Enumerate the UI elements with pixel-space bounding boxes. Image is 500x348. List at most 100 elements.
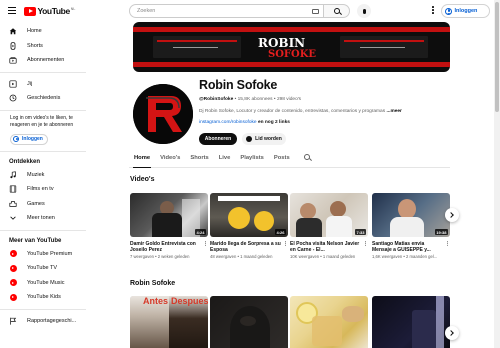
video-thumbnail[interactable]: 4:24	[130, 193, 208, 237]
video-card[interactable]: 4:24 Damir Goldo Entrevista con Joseilo …	[130, 193, 208, 259]
video-thumbnail[interactable]: 4:26	[210, 193, 288, 237]
tab-playlists[interactable]: Playlists	[240, 151, 264, 167]
thumbnail-overlay-before: Antes	[143, 296, 169, 306]
scrollbar-thumb[interactable]	[495, 2, 499, 112]
video-thumbnail[interactable]: 7:33	[290, 193, 368, 237]
sidebar-item-youtube-kids[interactable]: YouTube Kids	[0, 290, 86, 305]
sidebar-item-music[interactable]: Muziek	[0, 168, 86, 183]
subscribe-button[interactable]: Abonneren	[199, 133, 237, 145]
youtube-tv-icon	[9, 264, 17, 272]
sidebar-signin-button[interactable]: Inloggen	[10, 133, 48, 145]
youtube-kids-icon	[9, 293, 17, 301]
channel-search-button[interactable]	[303, 154, 313, 163]
sidebar-item-subscriptions[interactable]: Abonnementen	[0, 53, 86, 68]
settings-more-icon[interactable]	[432, 6, 434, 16]
video-card[interactable]	[210, 296, 288, 348]
channel-banner: ROBIN SOFOKE	[133, 22, 450, 72]
video-card[interactable]: 4:26 Marido llega de Sorpresa a su Espos…	[210, 193, 288, 259]
video-options-icon[interactable]: ⋮	[283, 241, 288, 247]
video-thumbnail[interactable]: Antes Despues	[130, 296, 208, 348]
page-scrollbar[interactable]	[494, 0, 500, 348]
sidebar-item-films[interactable]: Films en tv	[0, 182, 86, 197]
sidebar-item-home[interactable]: Home	[0, 24, 86, 39]
sidebar-item-label: YouTube Premium	[27, 250, 73, 257]
tab-home[interactable]: Home	[132, 151, 152, 168]
tab-posts[interactable]: Posts	[274, 151, 290, 167]
instagram-link[interactable]: instagram.com/robinsofoke	[199, 120, 257, 125]
account-icon	[445, 7, 452, 15]
sidebar-item-you[interactable]: Jij	[0, 77, 86, 92]
tab-live[interactable]: Live	[219, 151, 231, 167]
membership-icon	[246, 136, 253, 142]
video-duration: 4:24	[194, 229, 206, 235]
video-card[interactable]	[372, 296, 450, 348]
sidebar-item-history[interactable]: Geschiedenis	[0, 91, 86, 106]
sidebar-divider	[0, 229, 86, 231]
video-title[interactable]: Santiago Matias envia Mensaje a GUISEPPE…	[372, 241, 450, 253]
voice-search-button[interactable]	[357, 4, 371, 18]
description-more-link[interactable]: ...meer	[386, 109, 401, 114]
video-thumbnail[interactable]: 19:38	[372, 193, 450, 237]
youtube-music-icon	[9, 279, 17, 287]
search-icon	[303, 154, 310, 160]
video-card[interactable]: 19:38 Santiago Matias envia Mensaje a GU…	[372, 193, 450, 259]
video-card[interactable]	[290, 296, 368, 348]
channel-links: instagram.com/robinsofoke en nog 2 links	[199, 120, 290, 125]
sidebar-item-label: Rapportagegeschi...	[27, 317, 77, 324]
video-thumbnail[interactable]	[210, 296, 288, 348]
video-title[interactable]: Marido llega de Sorpresa a su Esposa ⋮	[210, 241, 288, 253]
youtube-play-icon	[24, 6, 36, 16]
signin-prompt-text: Log in om video's te liken, te reageren …	[10, 114, 74, 129]
video-title[interactable]: Damir Goldo Entrevista con Joseilo Perez…	[130, 241, 208, 253]
sidebar-item-shorts[interactable]: Shorts	[0, 39, 86, 54]
channel-tabs: Home Video's Shorts Live Playlists Posts	[129, 151, 450, 168]
subscriber-count: 15,8K abonnees	[237, 97, 273, 102]
video-options-icon[interactable]: ⋮	[445, 241, 450, 247]
sidebar-item-label: Home	[27, 28, 42, 35]
banner-panel	[153, 36, 241, 58]
sidebar-item-report-history[interactable]: Rapportagegeschi...	[0, 314, 86, 329]
sidebar-item-games[interactable]: Games	[0, 197, 86, 212]
video-duration: 7:33	[354, 229, 366, 235]
signin-button[interactable]: Inloggen	[441, 4, 490, 18]
banner-title-line1: ROBIN	[258, 36, 306, 50]
sidebar-item-label: Shorts	[27, 42, 43, 49]
video-options-icon[interactable]: ⋮	[203, 241, 208, 247]
join-button[interactable]: Lid worden	[242, 133, 286, 145]
carousel-next-button[interactable]	[445, 326, 459, 340]
you-icon	[9, 80, 17, 88]
keyboard-icon[interactable]	[312, 8, 319, 14]
sidebar-divider	[0, 71, 86, 73]
tab-videos[interactable]: Video's	[160, 151, 180, 167]
search-input[interactable]	[137, 8, 307, 14]
sidebar-item-label: Meer tonen	[27, 215, 55, 222]
sidebar-item-youtube-music[interactable]: YouTube Music	[0, 276, 86, 291]
video-count: 298 video's	[276, 97, 302, 102]
more-links[interactable]: en nog 2 links	[258, 120, 290, 125]
sidebar-divider	[0, 150, 86, 152]
video-thumbnail[interactable]	[372, 296, 450, 348]
video-card[interactable]: Antes Despues	[130, 296, 208, 348]
microphone-icon	[362, 8, 366, 14]
video-options-icon[interactable]: ⋮	[363, 241, 368, 247]
video-card[interactable]: 7:33 El Pocha visita Nelson Javier en Ca…	[290, 193, 368, 259]
youtube-logo[interactable]: YouTube NL	[24, 6, 75, 16]
channel-description[interactable]: Dj Robin Sofoke, Locutor y creador de co…	[199, 109, 449, 114]
sidebar-item-show-more[interactable]: Meer tonen	[0, 211, 86, 226]
search-button[interactable]	[324, 4, 350, 18]
video-thumbnail[interactable]	[290, 296, 368, 348]
shorts-icon	[9, 41, 17, 50]
subscriptions-icon	[9, 56, 17, 64]
sidebar-item-youtube-tv[interactable]: YouTube TV	[0, 261, 86, 276]
sidebar-item-youtube-premium[interactable]: YouTube Premium	[0, 247, 86, 262]
video-duration: 19:38	[434, 229, 448, 235]
banner-title: ROBIN SOFOKE	[254, 34, 332, 64]
search-box[interactable]	[129, 4, 324, 18]
tab-shorts[interactable]: Shorts	[190, 151, 208, 167]
menu-icon[interactable]	[8, 7, 16, 14]
banner-stripe	[133, 27, 450, 32]
carousel-next-button[interactable]	[445, 208, 459, 222]
video-title[interactable]: El Pocha visita Nelson Javier en Carne -…	[290, 241, 368, 253]
video-meta: 10K weergaven • 1 maand geleden	[290, 254, 356, 260]
history-icon	[9, 94, 17, 102]
